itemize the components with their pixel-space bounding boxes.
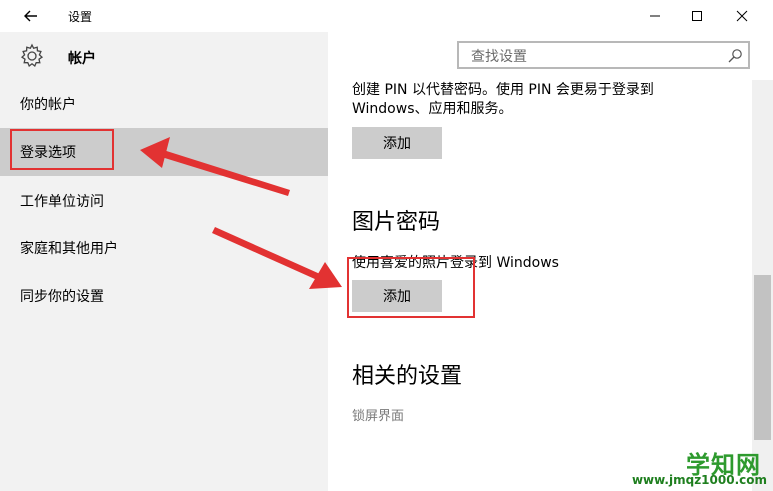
sidebar-item-label: 你的帐户	[20, 97, 76, 113]
minimize-button[interactable]	[632, 0, 678, 32]
sidebar-item-label: 工作单位访问	[20, 194, 104, 210]
close-icon	[736, 10, 748, 22]
gear-icon	[20, 43, 44, 68]
minimize-icon	[650, 15, 660, 17]
back-button[interactable]	[18, 4, 44, 28]
search-icon[interactable]	[727, 48, 743, 64]
annotation-highlight-sign-in-options	[10, 129, 114, 170]
sidebar-item-label: 同步你的设置	[20, 289, 104, 305]
annotation-highlight-add-button	[347, 257, 475, 318]
watermark-url: www.jmqz1000.com	[631, 473, 767, 487]
search-box	[457, 41, 750, 69]
title-bar: 设置	[0, 0, 773, 32]
search-input[interactable]	[469, 47, 723, 67]
pin-description: 创建 PIN 以代替密码。使用 PIN 会更易于登录到 Windows、应用和服…	[352, 82, 654, 117]
sidebar-item-family-users[interactable]: 家庭和其他用户	[0, 224, 328, 272]
sidebar-item-your-account[interactable]: 你的帐户	[0, 80, 328, 128]
back-arrow-icon	[24, 10, 37, 22]
window-title: 设置	[68, 10, 93, 24]
lock-screen-link[interactable]: 锁屏界面	[352, 405, 404, 424]
sidebar: 帐户 你的帐户 登录选项 工作单位访问 家庭和其他用户 同步你的设置	[0, 32, 328, 491]
sidebar-section-title: 帐户	[68, 51, 96, 67]
sidebar-item-label: 家庭和其他用户	[20, 241, 118, 257]
watermark: 学知网 www.jmqz1000.com	[631, 445, 773, 491]
sidebar-item-work-access[interactable]: 工作单位访问	[0, 177, 328, 225]
scrollbar[interactable]	[752, 80, 773, 491]
maximize-button[interactable]	[674, 0, 720, 32]
close-button[interactable]	[719, 0, 765, 32]
related-settings-heading: 相关的设置	[352, 364, 463, 389]
add-pin-button[interactable]: 添加	[352, 127, 442, 159]
scrollbar-thumb[interactable]	[754, 275, 771, 440]
picture-password-heading: 图片密码	[352, 210, 441, 235]
sidebar-item-sync-settings[interactable]: 同步你的设置	[0, 272, 328, 320]
maximize-icon	[692, 11, 702, 21]
